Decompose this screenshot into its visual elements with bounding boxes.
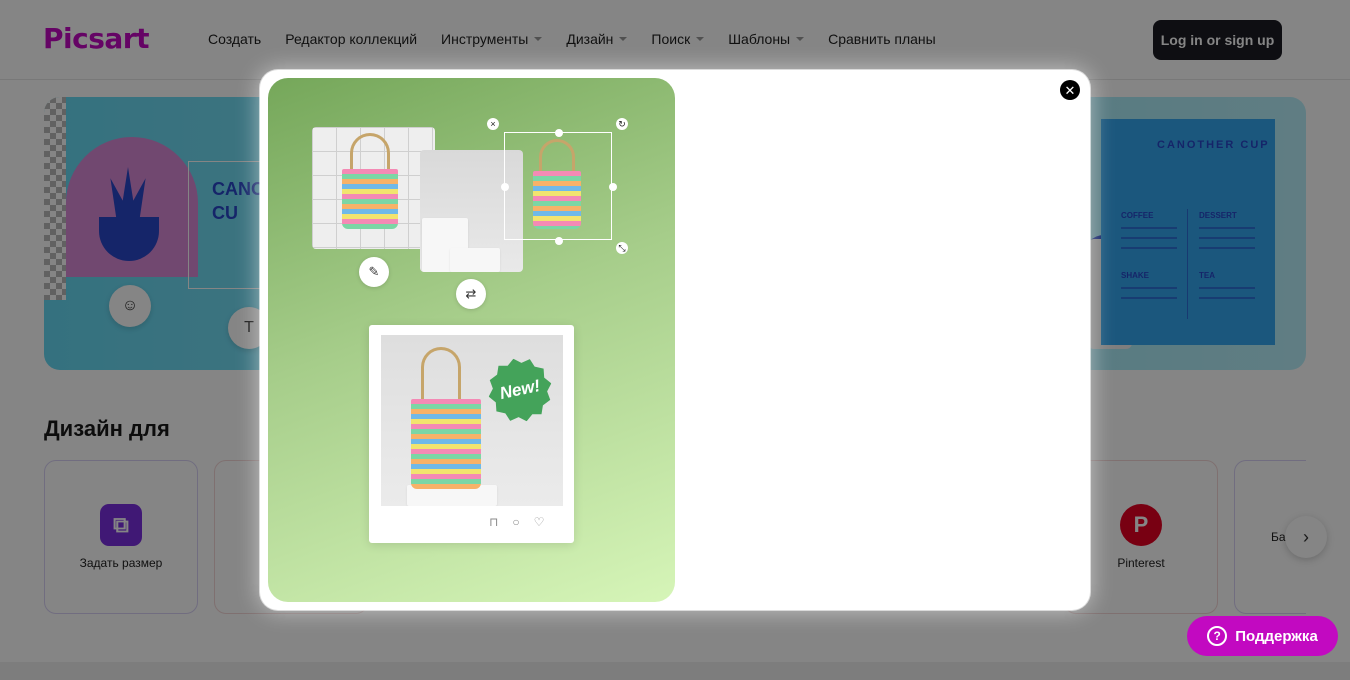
resize-handle[interactable]	[555, 237, 563, 245]
resize-handle[interactable]	[555, 129, 563, 137]
selection-frame[interactable]	[501, 129, 617, 245]
bag-handle	[539, 139, 575, 173]
bag-cutout	[533, 171, 581, 229]
heart-icon[interactable]: ♡	[534, 515, 545, 529]
bag-image	[411, 399, 481, 489]
resize-handle[interactable]	[501, 183, 509, 191]
bookmark-icon[interactable]: ⊓	[489, 515, 498, 529]
support-label: Поддержка	[1235, 627, 1318, 645]
pedestal	[450, 248, 500, 272]
bag-image	[342, 169, 398, 229]
promo-artwork: × ↻ ⤡ ✎ ⇄ New! ⊓ ○ ♡	[268, 78, 675, 602]
replace-image-icon[interactable]: ⇄	[456, 279, 486, 309]
promo-modal: × ↻ ⤡ ✎ ⇄ New! ⊓ ○ ♡ ✕	[260, 70, 1090, 610]
bag-photo-tiles	[312, 127, 435, 249]
scale-icon[interactable]: ⤡	[616, 242, 628, 254]
post-actions: ⊓ ○ ♡	[489, 515, 544, 529]
delete-icon[interactable]: ×	[487, 118, 499, 130]
ai-edit-icon[interactable]: ✎	[359, 257, 389, 287]
bag-handle	[421, 347, 461, 405]
bag-handle	[350, 133, 390, 173]
resize-handle[interactable]	[609, 183, 617, 191]
help-chat-icon: ?	[1207, 626, 1228, 646]
post-photo: New!	[381, 335, 563, 506]
post-preview-card: New! ⊓ ○ ♡	[369, 325, 574, 543]
rotate-icon[interactable]: ↻	[616, 118, 628, 130]
comment-icon[interactable]: ○	[512, 515, 519, 529]
support-button[interactable]: ? Поддержка	[1187, 616, 1338, 656]
new-badge: New!	[482, 352, 558, 428]
close-icon[interactable]: ✕	[1060, 80, 1080, 100]
